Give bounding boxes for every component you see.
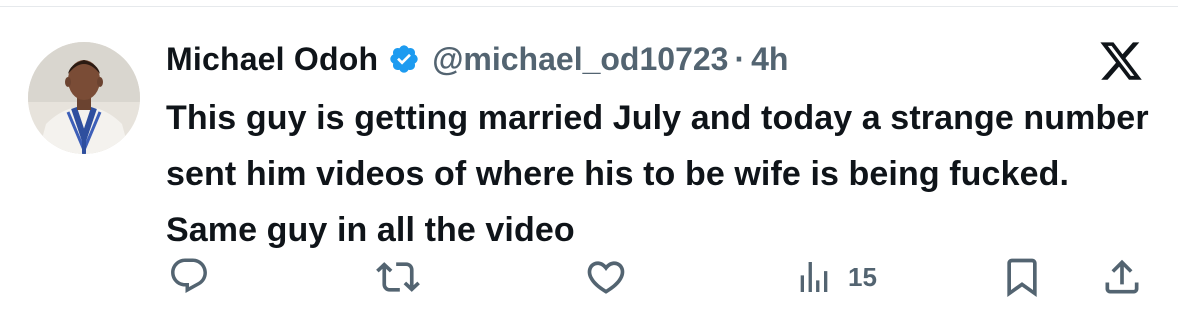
avatar-photo (28, 42, 140, 154)
views-chart-icon (800, 262, 828, 292)
display-name[interactable]: Michael Odoh (166, 40, 378, 78)
action-bar: 15 (0, 255, 1178, 315)
tweet-text: This guy is getting married July and tod… (166, 99, 1149, 249)
share-icon (1105, 259, 1139, 294)
avatar[interactable] (28, 42, 140, 154)
views-count: 15 (848, 261, 877, 292)
handle[interactable]: @michael_od10723 (432, 40, 728, 78)
verified-badge-icon (390, 45, 418, 73)
bookmark-button[interactable] (1000, 255, 1044, 299)
reply-button[interactable] (168, 255, 210, 297)
views-button[interactable]: 15 (794, 255, 877, 299)
retweet-button[interactable] (376, 255, 420, 299)
tweet-header: Michael Odoh @michael_od10723 · 4h (166, 40, 788, 78)
x-logo-icon (1100, 42, 1142, 80)
bookmark-icon (1007, 258, 1037, 298)
share-button[interactable] (1100, 255, 1144, 299)
timestamp[interactable]: 4h (751, 40, 788, 78)
top-divider (0, 0, 1178, 7)
reply-icon (171, 258, 207, 293)
heart-icon (587, 261, 625, 294)
retweet-icon (376, 262, 420, 292)
like-button[interactable] (584, 255, 628, 299)
separator-dot: · (734, 41, 746, 77)
